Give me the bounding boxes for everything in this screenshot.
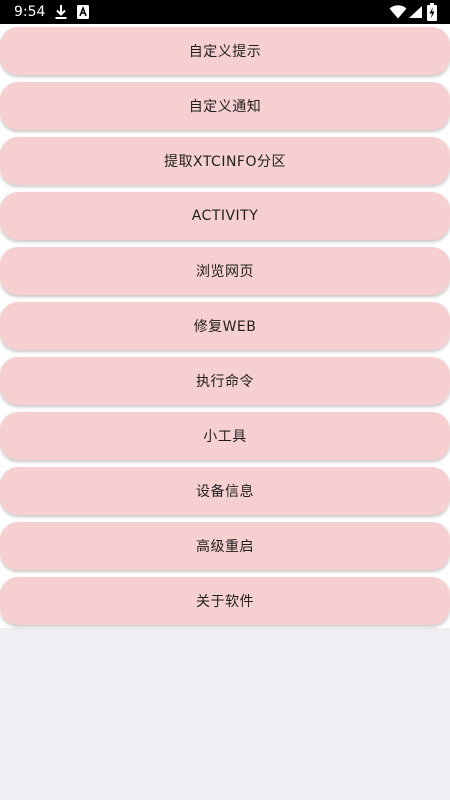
status-bar: 9:54 <box>0 0 450 24</box>
menu-item-extract-xtcinfo[interactable]: 提取XTCINFO分区 <box>0 137 450 185</box>
app-notification-icon <box>77 5 89 19</box>
menu-item-repair-web[interactable]: 修复WEB <box>0 302 450 350</box>
menu-item-advanced-reboot[interactable]: 高级重启 <box>0 522 450 570</box>
menu-list: 自定义提示 自定义通知 提取XTCINFO分区 ACTIVITY 浏览网页 修复… <box>0 24 450 628</box>
status-time: 9:54 <box>14 4 46 20</box>
menu-item-about[interactable]: 关于软件 <box>0 577 450 625</box>
menu-item-browse-web[interactable]: 浏览网页 <box>0 247 450 295</box>
wifi-icon <box>389 5 407 19</box>
menu-item-custom-prompt[interactable]: 自定义提示 <box>0 27 450 75</box>
menu-item-tools[interactable]: 小工具 <box>0 412 450 460</box>
cell-signal-icon <box>409 6 422 18</box>
download-icon <box>55 5 67 19</box>
menu-item-device-info[interactable]: 设备信息 <box>0 467 450 515</box>
battery-charging-icon <box>427 3 437 21</box>
menu-item-execute-command[interactable]: 执行命令 <box>0 357 450 405</box>
menu-item-activity[interactable]: ACTIVITY <box>0 192 450 240</box>
menu-item-custom-notification[interactable]: 自定义通知 <box>0 82 450 130</box>
